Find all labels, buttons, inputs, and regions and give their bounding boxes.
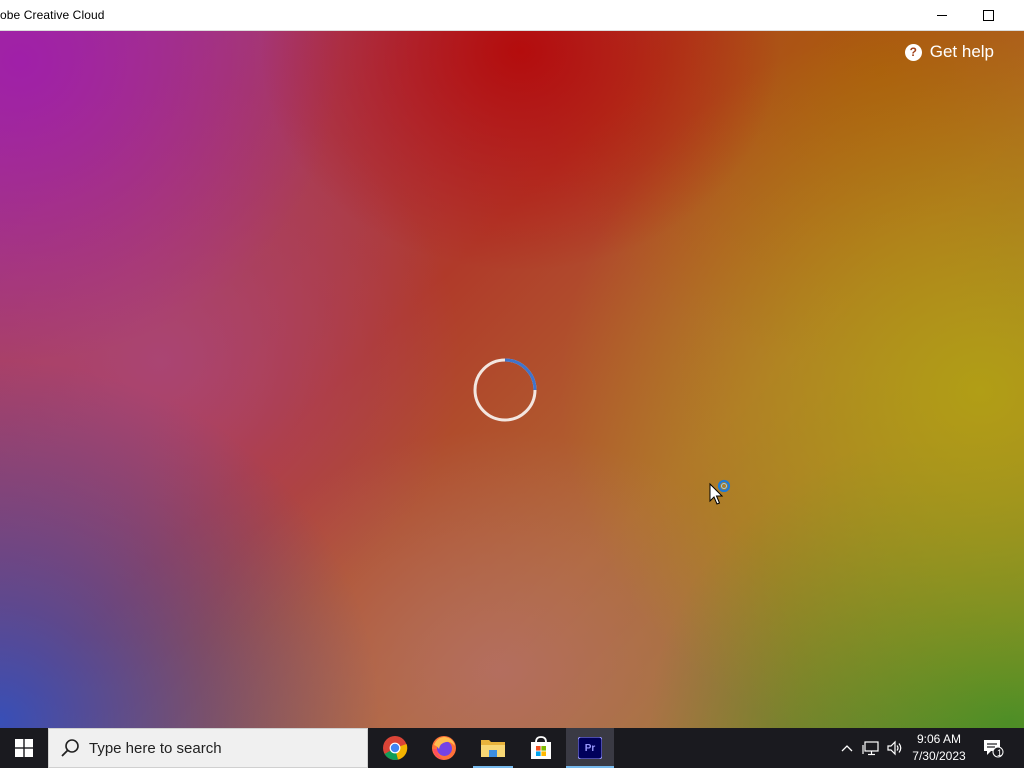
premiere-pro-label: Pr <box>584 742 596 754</box>
volume-icon <box>887 740 902 756</box>
maximize-button[interactable] <box>965 0 1011 30</box>
network-icon <box>862 741 879 756</box>
taskbar-clock[interactable]: 9:06 AM 7/30/2023 <box>905 728 973 768</box>
action-center-button[interactable]: 1 <box>978 728 1008 768</box>
taskbar-app-premiere-pro[interactable]: Pr <box>566 728 614 768</box>
file-explorer-icon <box>481 740 505 757</box>
creative-cloud-window: obe Creative Cloud ? Get help <box>0 0 1024 728</box>
loading-screen: ? Get help <box>0 31 1024 728</box>
busy-cursor-icon <box>709 479 731 505</box>
start-button[interactable] <box>0 728 48 768</box>
minimize-button[interactable] <box>919 0 965 30</box>
taskbar-app-microsoft-store[interactable] <box>517 728 565 768</box>
chevron-up-icon <box>841 745 853 752</box>
maximize-icon <box>982 9 994 21</box>
clock-time: 9:06 AM <box>916 732 962 746</box>
chrome-icon <box>383 736 408 760</box>
spinner-icon <box>473 358 537 422</box>
show-hidden-icons-button[interactable] <box>837 728 857 768</box>
window-title: obe Creative Cloud <box>0 8 105 22</box>
question-circle-icon: ? <box>904 43 922 61</box>
show-desktop-button[interactable] <box>1018 728 1024 768</box>
volume-tray-icon-button[interactable] <box>884 728 906 768</box>
taskbar-app-chrome[interactable] <box>371 728 419 768</box>
notification-count: 1 <box>997 748 1003 758</box>
microsoft-store-icon <box>531 736 551 759</box>
firefox-icon <box>432 736 456 760</box>
windows-logo-icon <box>15 739 33 757</box>
search-placeholder: Type here to search <box>89 739 222 757</box>
search-icon <box>61 739 79 757</box>
network-tray-icon-button[interactable] <box>860 728 882 768</box>
title-bar[interactable]: obe Creative Cloud <box>0 0 1024 31</box>
taskbar-search-box[interactable]: Type here to search <box>48 728 368 768</box>
minimize-icon <box>937 14 947 16</box>
get-help-link[interactable]: ? Get help <box>904 42 994 62</box>
get-help-label: Get help <box>929 42 994 61</box>
taskbar-app-file-explorer[interactable] <box>469 728 517 768</box>
close-button[interactable] <box>1011 0 1024 30</box>
taskbar: Type here to search Pr 9:06 AM 7/30/2023… <box>0 728 1024 768</box>
taskbar-app-firefox[interactable] <box>420 728 468 768</box>
clock-date: 7/30/2023 <box>912 749 966 763</box>
